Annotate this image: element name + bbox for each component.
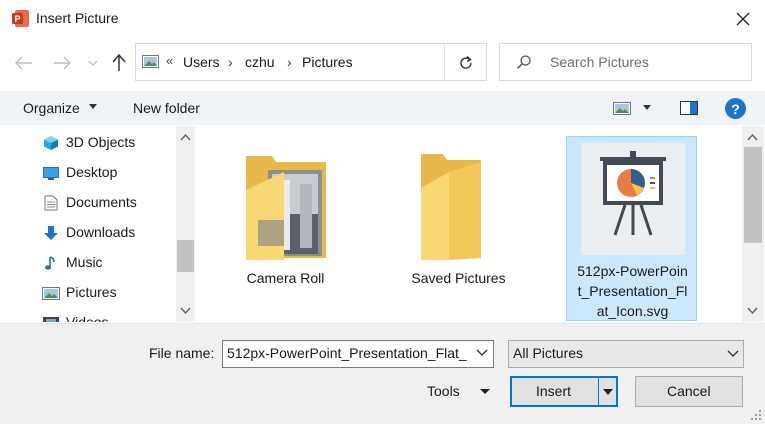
up-button[interactable] xyxy=(106,50,132,76)
breadcrumb-separator[interactable]: › xyxy=(287,54,292,70)
videos-icon xyxy=(43,317,59,322)
file-name: Saved Pictures xyxy=(411,270,506,286)
folder-with-photos-icon xyxy=(246,156,326,260)
file-item-camera-roll[interactable]: Camera Roll xyxy=(220,136,351,321)
window-title: Insert Picture xyxy=(36,10,119,26)
sidebar-item-desktop[interactable]: Desktop xyxy=(0,160,176,186)
scrollbar-thumb[interactable] xyxy=(744,147,762,243)
presentation-easel-icon xyxy=(581,143,685,255)
sidebar-item-label: Desktop xyxy=(66,164,118,180)
sidebar-item-label: Downloads xyxy=(66,224,136,240)
file-name-line: at_Icon.svg xyxy=(596,303,669,319)
view-icon[interactable] xyxy=(613,102,631,115)
breadcrumb-czhu[interactable]: czhu xyxy=(245,54,275,70)
scrollbar-thumb[interactable] xyxy=(177,240,194,272)
chevron-down-icon xyxy=(88,60,98,66)
insert-button-label[interactable]: Insert xyxy=(536,383,571,399)
search-icon xyxy=(516,55,531,70)
scroll-down-icon[interactable] xyxy=(747,307,758,315)
arrow-up-icon xyxy=(112,54,126,71)
insert-options-caret-icon[interactable] xyxy=(603,389,613,395)
scroll-up-icon[interactable] xyxy=(747,133,758,141)
search-placeholder[interactable]: Search Pictures xyxy=(550,54,649,70)
file-name-value[interactable]: 512px-PowerPoint_Presentation_Flat_ xyxy=(227,345,472,361)
folder-icon xyxy=(421,154,481,260)
close-button[interactable] xyxy=(724,2,762,36)
file-item-saved-pictures[interactable]: Saved Pictures xyxy=(393,136,524,321)
split-divider xyxy=(598,377,599,406)
breadcrumb-users[interactable]: Users xyxy=(183,54,220,70)
file-name-line: 512px-PowerPoin xyxy=(577,263,688,279)
refresh-icon xyxy=(460,55,472,69)
sidebar-item-label: Pictures xyxy=(66,284,117,300)
footer-panel xyxy=(0,323,765,424)
chevron-down-icon[interactable] xyxy=(476,349,488,357)
desktop-icon xyxy=(43,167,59,180)
refresh-button[interactable] xyxy=(451,50,481,75)
svg-text:P: P xyxy=(14,14,20,24)
pictures-folder-icon xyxy=(142,55,159,68)
3d-objects-icon xyxy=(44,136,58,150)
file-item-powerpoint-svg[interactable]: 512px-PowerPoin t_Presentation_Fl at_Ico… xyxy=(566,136,697,321)
sidebar-item-label: Documents xyxy=(66,194,137,210)
scroll-down-icon[interactable] xyxy=(180,307,191,315)
address-overflow[interactable]: « xyxy=(166,53,173,68)
cancel-button-label[interactable]: Cancel xyxy=(667,383,711,399)
sidebar-item-pictures[interactable]: Pictures xyxy=(0,280,176,306)
resize-grip-icon[interactable] xyxy=(748,407,762,421)
preview-pane-icon[interactable] xyxy=(680,101,698,115)
divider xyxy=(444,44,445,80)
arrow-left-icon xyxy=(15,56,32,70)
tools-button[interactable]: Tools xyxy=(427,383,460,399)
close-icon xyxy=(736,12,750,26)
chevron-down-icon[interactable] xyxy=(727,350,739,358)
sidebar-item-downloads[interactable]: Downloads xyxy=(0,220,176,246)
sidebar-item-3d-objects[interactable]: 3D Objects xyxy=(0,130,176,156)
file-name-label: File name: xyxy=(149,345,215,361)
recent-locations-button[interactable] xyxy=(86,51,100,75)
breadcrumb-pictures[interactable]: Pictures xyxy=(302,54,353,70)
back-button[interactable] xyxy=(10,51,38,75)
caret-down-icon xyxy=(89,104,97,109)
sidebar-item-label: Music xyxy=(66,254,103,270)
powerpoint-icon: P xyxy=(12,10,29,27)
sidebar-item-videos[interactable]: Videos xyxy=(0,310,176,322)
caret-down-icon[interactable] xyxy=(643,105,651,110)
file-type-value[interactable]: All Pictures xyxy=(513,345,583,361)
new-folder-button[interactable]: New folder xyxy=(133,100,200,116)
sidebar-item-label: Videos xyxy=(66,314,109,322)
forward-button[interactable] xyxy=(48,51,76,75)
sidebar-item-music[interactable]: Music xyxy=(0,250,176,276)
breadcrumb-separator[interactable]: › xyxy=(228,54,233,70)
help-icon[interactable]: ? xyxy=(725,98,746,119)
caret-down-icon[interactable] xyxy=(480,389,490,394)
navigation-pane: 3D Objects Desktop Documents Downloads M… xyxy=(0,126,196,322)
downloads-icon xyxy=(44,226,58,240)
pictures-icon xyxy=(42,287,60,300)
file-name-line: t_Presentation_Fl xyxy=(577,283,688,299)
sidebar-scrollbar[interactable] xyxy=(176,126,195,322)
file-name: 512px-PowerPoin t_Presentation_Fl at_Ico… xyxy=(567,261,698,321)
sidebar-item-label: 3D Objects xyxy=(66,134,136,150)
documents-icon xyxy=(44,195,58,211)
file-name: Camera Roll xyxy=(246,270,325,286)
organize-button[interactable]: Organize xyxy=(23,100,80,116)
music-icon xyxy=(45,256,55,270)
arrow-right-icon xyxy=(54,56,71,70)
sidebar-item-documents[interactable]: Documents xyxy=(0,190,176,216)
scroll-up-icon[interactable] xyxy=(180,133,191,141)
